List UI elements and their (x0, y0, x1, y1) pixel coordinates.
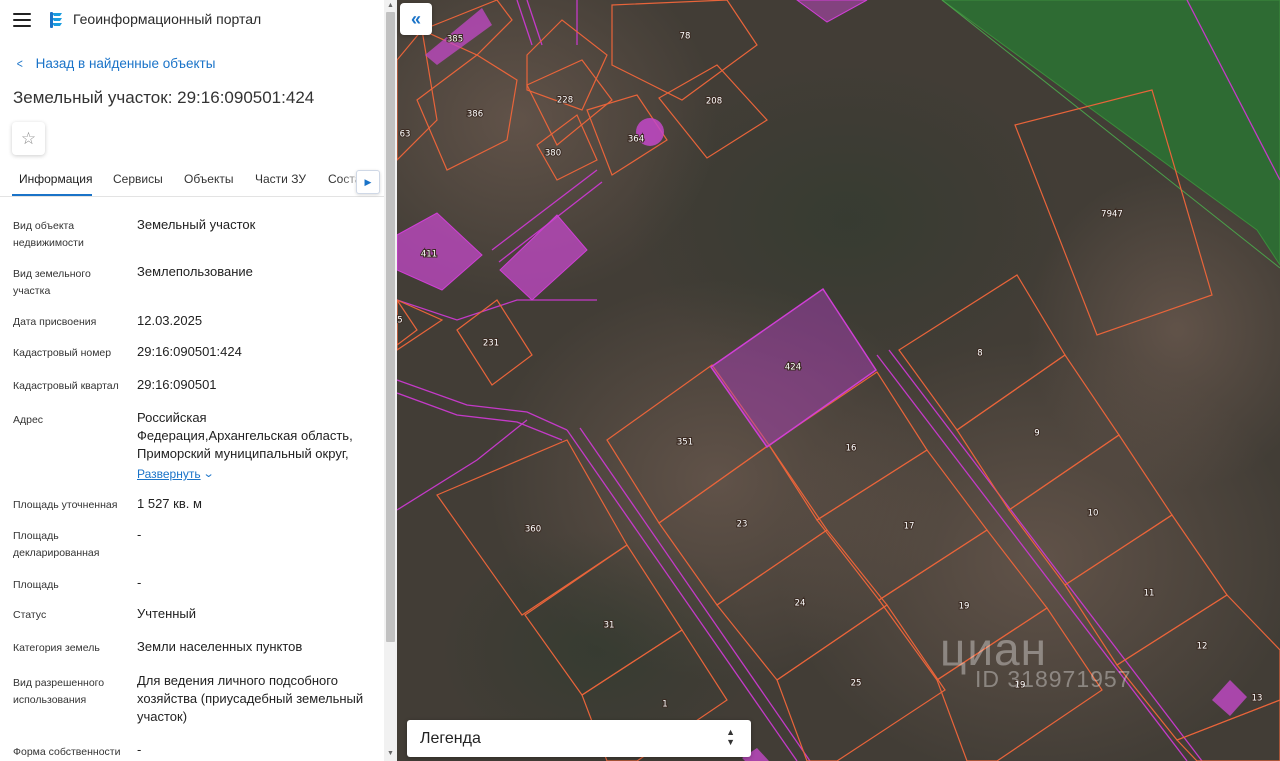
label-area-specified: Площадь уточненная (13, 499, 118, 511)
info-panel: Геоинформационный портал < Назад в найден… (0, 0, 384, 761)
value-permitted-use: Для ведения личного подсобного хозяйства… (137, 673, 364, 724)
parcel-label: 228 (557, 96, 573, 106)
value-object-type: Земельный участок (137, 217, 256, 232)
label-status: Статус (13, 609, 47, 621)
parcel-label: 13 (1252, 694, 1263, 704)
map-canvas[interactable]: 385 78 228 208 386 364 380 63 411 231 79… (397, 0, 1280, 761)
scrollbar-thumb[interactable] (386, 12, 395, 642)
chevron-left-icon: < (16, 56, 23, 71)
label-ownership: Форма собственности (13, 746, 121, 758)
double-chevron-left-icon[interactable]: « (400, 3, 432, 35)
parcel-label: 78 (680, 32, 691, 42)
parcel-label: 10 (1088, 509, 1099, 519)
parcel-label: 364 (628, 135, 644, 145)
parcel-label: 360 (525, 525, 541, 535)
value-land-category: Земли населенных пунктов (137, 639, 303, 654)
scroll-down-arrow-icon[interactable]: ▼ (387, 750, 394, 757)
value-address: Российская Федерация,Архангельская облас… (137, 410, 353, 461)
map-view[interactable]: 385 78 228 208 386 364 380 63 411 231 79… (397, 0, 1280, 761)
parcel-label: 24 (795, 599, 806, 609)
parcel-label: 208 (706, 97, 722, 107)
parcel-label: 8 (977, 349, 982, 359)
star-outline-icon[interactable]: ☆ (12, 122, 45, 155)
tab-parcel-parts[interactable]: Части ЗУ (255, 172, 306, 186)
label-cadastral-quarter: Кадастровый квартал (13, 380, 119, 392)
parcel-label: 424 (785, 363, 801, 373)
chevron-updown-icon: ▲ ▼ (726, 727, 735, 747)
parcel-label: 351 (677, 438, 693, 448)
label-cadastral-number: Кадастровый номер (13, 347, 112, 359)
parcel-label: 7947 (1101, 210, 1123, 220)
parcel-label: 9 (1034, 429, 1039, 439)
parcel-label: 386 (467, 110, 483, 120)
parcel-label: 31 (604, 621, 615, 631)
top-bar: Геоинформационный портал (0, 0, 384, 40)
value-cadastral-quarter: 29:16:090501 (137, 377, 217, 392)
portal-logo-icon (50, 12, 62, 28)
label-assign-date: Дата присвоения (13, 316, 97, 328)
label-address: Адрес (13, 414, 44, 426)
label-permitted-use: Вид разрешенного использования (13, 677, 105, 706)
label-land-type: Вид земельного участка (13, 268, 91, 297)
active-tab-indicator (12, 194, 92, 196)
tabs-scroll-right-icon[interactable]: ▶ (356, 170, 380, 194)
back-link-label: Назад в найденные объекты (35, 56, 216, 71)
tab-bar: Информация Сервисы Объекты Части ЗУ Сост… (0, 164, 384, 197)
parcel-label: 5 (397, 316, 402, 326)
value-cadastral-number: 29:16:090501:424 (137, 344, 242, 359)
value-area-declared: - (137, 527, 142, 542)
expand-address-link[interactable]: Развернуть (137, 467, 201, 481)
legend-dropdown[interactable]: Легенда ▲ ▼ (407, 720, 751, 757)
value-status: Учтенный (137, 606, 197, 621)
parcel-label: 19 (959, 602, 970, 612)
hamburger-menu-icon[interactable] (13, 13, 31, 27)
tab-objects[interactable]: Объекты (184, 172, 234, 186)
value-land-type: Землепользование (137, 264, 253, 279)
parcel-label: 385 (447, 35, 463, 45)
label-land-category: Категория земель (13, 642, 100, 654)
value-area: - (137, 575, 142, 590)
parcel-label: 23 (737, 520, 748, 530)
value-assign-date: 12.03.2025 (137, 313, 203, 328)
parcel-label: 63 (400, 130, 411, 140)
tab-services[interactable]: Сервисы (113, 172, 163, 186)
label-area: Площадь (13, 579, 59, 591)
scroll-up-arrow-icon[interactable]: ▲ (387, 2, 394, 9)
legend-label: Легенда (420, 730, 481, 747)
tab-information[interactable]: Информация (19, 172, 92, 186)
page-title: Земельный участок: 29:16:090501:424 (13, 88, 315, 107)
back-to-results-link[interactable]: < Назад в найденные объекты (16, 56, 216, 71)
chevron-down-icon[interactable]: ⌄ (203, 467, 215, 480)
app-title: Геоинформационный портал (73, 11, 262, 27)
parcel-label: 16 (846, 444, 857, 454)
value-ownership: - (137, 742, 142, 757)
watermark-id: ID 318971957 (975, 666, 1132, 692)
value-area-specified: 1 527 кв. м (137, 496, 202, 511)
label-object-type: Вид объекта недвижимости (13, 220, 84, 249)
label-area-declared: Площадь декларированная (13, 530, 100, 559)
parcel-label: 11 (1144, 589, 1155, 599)
parcel-label: 12 (1197, 642, 1208, 652)
parcel-label: 25 (851, 679, 862, 689)
parcel-label: 17 (904, 522, 915, 532)
parcel-label: 231 (483, 339, 499, 349)
parcel-label: 1 (662, 700, 667, 710)
parcel-label: 411 (421, 250, 437, 260)
parcel-label: 380 (545, 149, 561, 159)
